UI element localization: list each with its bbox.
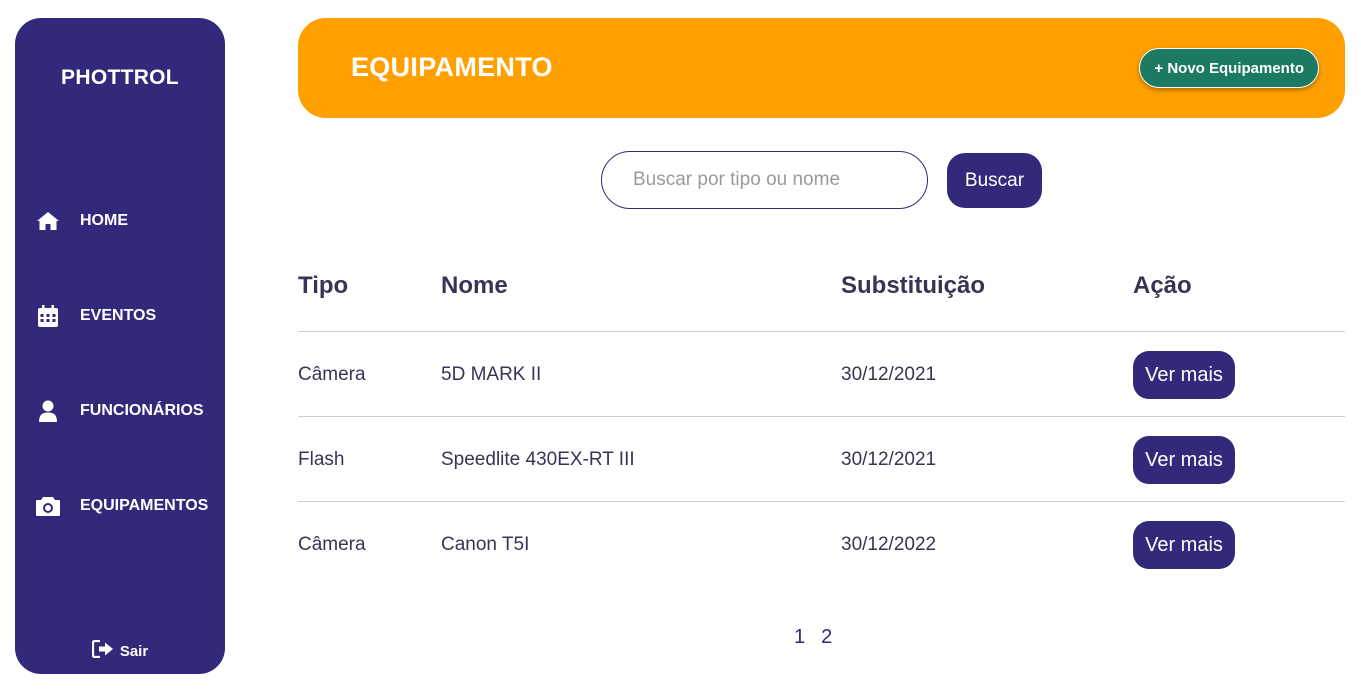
sidebar-item-funcionarios[interactable]: FUNCIONÁRIOS <box>35 391 220 431</box>
new-equipment-button[interactable]: + Novo Equipamento <box>1139 48 1319 88</box>
brand-logo: PHOTTROL <box>61 66 179 89</box>
page-link-1[interactable]: 1 <box>794 626 805 649</box>
column-header-acao: Ação <box>1133 272 1192 299</box>
pagination: 1 2 <box>794 626 832 649</box>
cell-tipo: Câmera <box>298 534 366 555</box>
user-icon <box>35 398 61 424</box>
page-title: EQUIPAMENTO <box>351 52 553 82</box>
search-button[interactable]: Buscar <box>947 153 1042 208</box>
cell-nome: Speedlite 430EX-RT III <box>441 449 635 470</box>
column-header-nome: Nome <box>441 272 508 299</box>
logout-button[interactable]: Sair <box>15 639 225 662</box>
cell-substituicao: 30/12/2021 <box>841 449 937 470</box>
cell-nome: 5D MARK II <box>441 364 542 385</box>
sidebar-item-label: HOME <box>80 212 128 229</box>
calendar-icon <box>35 303 61 329</box>
logout-label: Sair <box>119 642 149 660</box>
page-link-2[interactable]: 2 <box>821 626 832 649</box>
view-more-button[interactable]: Ver mais <box>1133 521 1235 569</box>
sidebar-item-eventos[interactable]: EVENTOS <box>35 296 220 336</box>
camera-icon <box>35 493 61 519</box>
column-header-tipo: Tipo <box>298 272 349 299</box>
cell-nome: Canon T5I <box>441 534 530 555</box>
table-row: Flash Speedlite 430EX-RT III 30/12/2021 … <box>298 417 1345 502</box>
sign-out-icon <box>91 639 114 662</box>
sidebar-item-label: EVENTOS <box>80 307 157 324</box>
view-more-button[interactable]: Ver mais <box>1133 351 1235 399</box>
column-header-substituicao: Substituição <box>841 272 986 299</box>
cell-substituicao: 30/12/2021 <box>841 364 937 385</box>
table-row: Câmera Canon T5I 30/12/2022 Ver mais <box>298 502 1345 587</box>
search-input[interactable] <box>601 151 928 209</box>
cell-tipo: Câmera <box>298 364 366 385</box>
cell-tipo: Flash <box>298 449 345 470</box>
equipment-table: Tipo Nome Substituição Ação Câmera 5D MA… <box>298 244 1345 587</box>
home-icon <box>35 208 61 234</box>
page-header: EQUIPAMENTO + Novo Equipamento <box>298 18 1345 118</box>
cell-substituicao: 30/12/2022 <box>841 534 937 555</box>
table-row: Câmera 5D MARK II 30/12/2021 Ver mais <box>298 332 1345 417</box>
sidebar-item-home[interactable]: HOME <box>35 201 220 241</box>
sidebar-item-equipamentos[interactable]: EQUIPAMENTOS <box>35 486 220 526</box>
sidebar: PHOTTROL HOME EVENTOS FUNCIONÁRIOS EQUIP… <box>15 18 225 674</box>
sidebar-item-label: FUNCIONÁRIOS <box>80 402 204 419</box>
view-more-button[interactable]: Ver mais <box>1133 436 1235 484</box>
sidebar-item-label: EQUIPAMENTOS <box>80 497 209 514</box>
table-header: Tipo Nome Substituição Ação <box>298 244 1345 332</box>
